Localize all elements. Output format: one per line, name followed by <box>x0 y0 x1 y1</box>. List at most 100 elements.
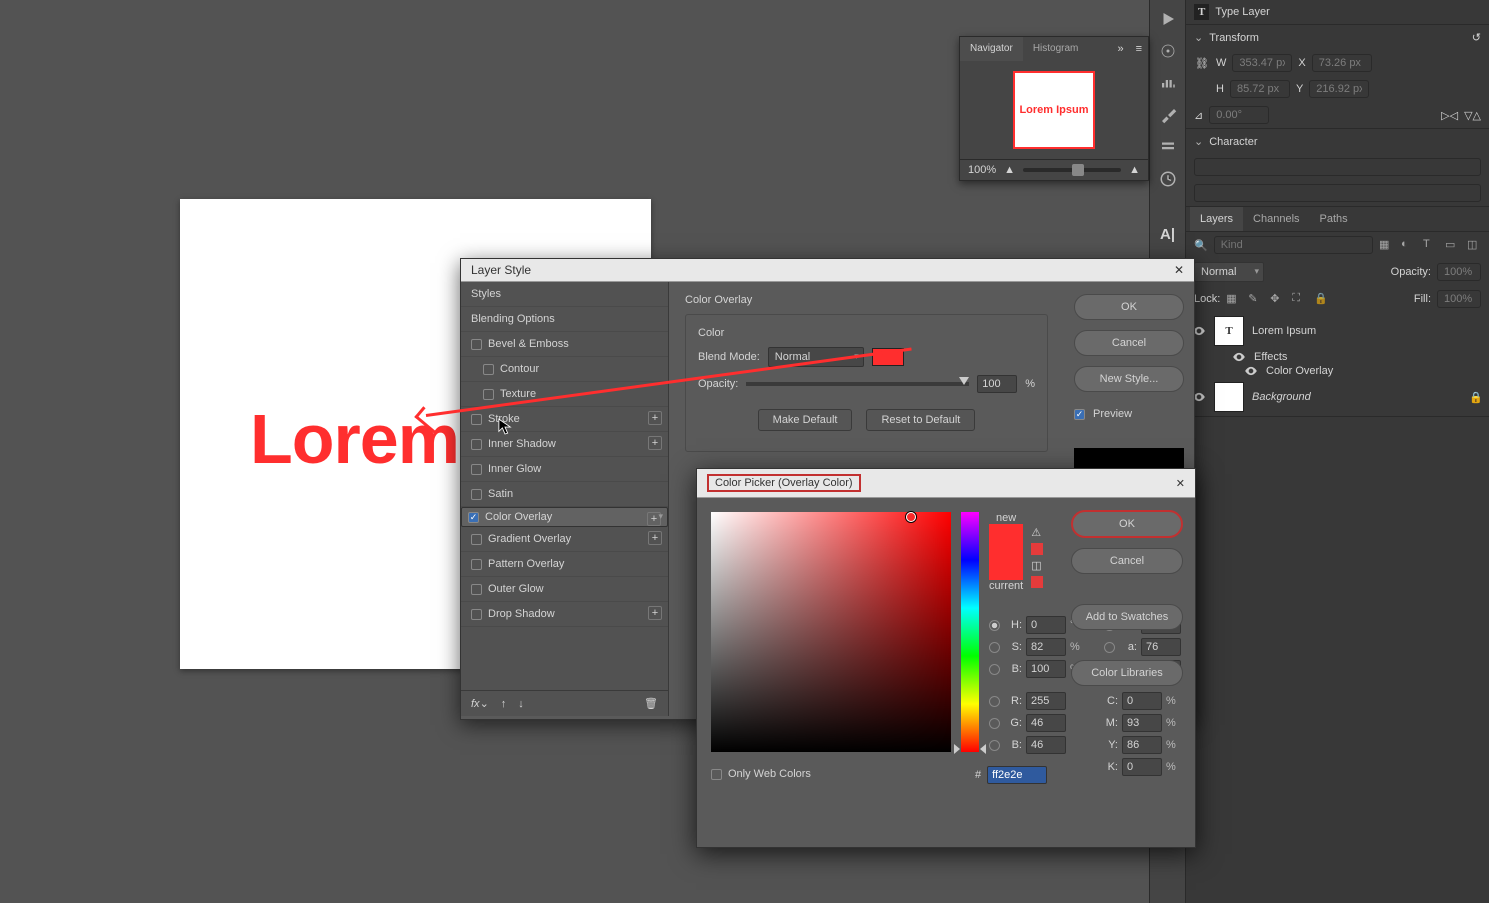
character-header[interactable]: ⌄ Character <box>1186 129 1489 154</box>
plus-icon[interactable]: + <box>647 512 661 526</box>
plus-icon[interactable]: + <box>648 531 662 545</box>
r-field[interactable] <box>1026 692 1066 710</box>
k-field[interactable] <box>1122 758 1162 776</box>
radio-h[interactable] <box>989 620 1000 631</box>
cancel-button[interactable]: Cancel <box>1071 548 1183 574</box>
color-swatch[interactable] <box>872 348 904 366</box>
color-libraries-button[interactable]: Color Libraries <box>1071 660 1183 686</box>
g-field[interactable] <box>1026 714 1066 732</box>
fx-satin[interactable]: Satin <box>461 482 668 507</box>
panel-options-icon[interactable]: ≡ <box>1130 37 1148 61</box>
y2-field[interactable] <box>1122 736 1162 754</box>
tab-channels[interactable]: Channels <box>1243 207 1309 231</box>
fx-stroke[interactable]: Stroke+ <box>461 407 668 432</box>
up-icon[interactable]: ↑ <box>501 698 507 710</box>
saturation-value-field[interactable] <box>711 512 951 752</box>
websafe-swatch[interactable] <box>1031 576 1043 588</box>
effects-row[interactable]: Effects <box>1186 350 1489 364</box>
add-swatches-button[interactable]: Add to Swatches <box>1071 604 1183 630</box>
filter-shape-icon[interactable]: ▭ <box>1445 238 1459 252</box>
preview-checkbox[interactable] <box>1074 409 1085 420</box>
lock-paint-icon[interactable]: ✎ <box>1248 292 1262 306</box>
tab-navigator[interactable]: Navigator <box>960 37 1023 61</box>
close-icon[interactable]: ✕ <box>1174 263 1184 277</box>
m-field[interactable] <box>1122 714 1162 732</box>
new-style-button[interactable]: New Style... <box>1074 366 1184 392</box>
opacity-slider[interactable] <box>746 382 969 386</box>
plus-icon[interactable]: + <box>648 411 662 425</box>
eye-icon[interactable] <box>1244 364 1258 378</box>
s-field[interactable] <box>1026 638 1066 656</box>
dialog-titlebar[interactable]: Layer Style ✕ <box>461 259 1194 282</box>
ok-button[interactable]: OK <box>1071 510 1183 538</box>
down-icon[interactable]: ↓ <box>518 698 524 710</box>
hue-slider[interactable] <box>961 512 979 752</box>
panel-menu-icon[interactable]: » <box>1111 37 1129 61</box>
fx-bevel[interactable]: Bevel & Emboss <box>461 332 668 357</box>
b-field[interactable] <box>1026 660 1066 678</box>
zoom-slider[interactable] <box>1023 168 1121 172</box>
search-icon[interactable]: 🔍 <box>1194 239 1208 252</box>
zoom-in-icon[interactable]: ▲ <box>1129 164 1140 176</box>
flip-h-icon[interactable]: ▷◁ <box>1441 109 1458 122</box>
flip-v-icon[interactable]: ▽△ <box>1464 109 1481 122</box>
fx-contour[interactable]: Contour <box>461 357 668 382</box>
filter-image-icon[interactable]: ▦ <box>1379 238 1393 252</box>
effect-color-overlay[interactable]: Color Overlay <box>1186 364 1489 378</box>
kind-filter[interactable] <box>1214 236 1373 254</box>
fx-add-icon[interactable]: fx⌄ <box>471 697 489 710</box>
layer-row-bg[interactable]: Background 🔒 <box>1186 378 1489 416</box>
reset-icon[interactable]: ↺ <box>1472 31 1481 44</box>
brush-icon[interactable] <box>1159 106 1177 124</box>
reset-default-button[interactable]: Reset to Default <box>866 409 975 431</box>
lock-all-icon[interactable]: 🔒 <box>1314 292 1328 306</box>
link-icon[interactable]: ⛓ <box>1194 57 1210 70</box>
lock-nest-icon[interactable]: ⛶ <box>1292 292 1306 306</box>
gamut-warning-icon[interactable]: ⚠ <box>1031 526 1043 539</box>
layer-row-text[interactable]: T Lorem Ipsum <box>1186 312 1489 350</box>
angle-field[interactable] <box>1209 106 1269 124</box>
plus-icon[interactable]: + <box>648 436 662 450</box>
fx-drop-shadow[interactable]: Drop Shadow+ <box>461 602 668 627</box>
tab-layers[interactable]: Layers <box>1190 207 1243 231</box>
play-icon[interactable] <box>1159 10 1177 28</box>
tab-histogram[interactable]: Histogram <box>1023 37 1089 61</box>
height-field[interactable] <box>1230 80 1290 98</box>
filter-smart-icon[interactable]: ◫ <box>1467 238 1481 252</box>
cancel-button[interactable]: Cancel <box>1074 330 1184 356</box>
fx-pattern-overlay[interactable]: Pattern Overlay <box>461 552 668 577</box>
radio-r[interactable] <box>989 696 1000 707</box>
sv-marker[interactable] <box>906 512 916 522</box>
fx-outer-glow[interactable]: Outer Glow <box>461 577 668 602</box>
zoom-value[interactable]: 100% <box>968 164 996 176</box>
fill-field[interactable] <box>1437 290 1481 308</box>
adjust-icon[interactable] <box>1159 138 1177 156</box>
make-default-button[interactable]: Make Default <box>758 409 853 431</box>
gamut-swatch[interactable] <box>1031 543 1043 555</box>
type-tool-icon[interactable]: A| <box>1160 226 1175 243</box>
transform-header[interactable]: ⌄ Transform ↺ <box>1186 25 1489 50</box>
cube-icon[interactable]: ◫ <box>1031 559 1043 572</box>
trash-icon[interactable]: 🗑 <box>644 697 658 710</box>
styles-header[interactable]: Styles <box>461 282 668 307</box>
navigator-thumb[interactable]: Lorem Ipsum <box>1013 71 1095 149</box>
width-field[interactable] <box>1232 54 1292 72</box>
h-field[interactable] <box>1026 616 1066 634</box>
lock-pos-icon[interactable]: ✥ <box>1270 292 1284 306</box>
filter-adjust-icon[interactable]: ◐ <box>1401 238 1415 252</box>
hex-field[interactable] <box>987 766 1047 784</box>
radio-g[interactable] <box>989 718 1000 729</box>
histogram-icon[interactable] <box>1159 74 1177 92</box>
y-field[interactable] <box>1309 80 1369 98</box>
font-family-field[interactable] <box>1194 158 1481 176</box>
opacity-value[interactable] <box>977 375 1017 393</box>
blend-mode-select[interactable]: Normal <box>768 347 864 367</box>
x-field[interactable] <box>1312 54 1372 72</box>
tab-paths[interactable]: Paths <box>1310 207 1358 231</box>
radio-s[interactable] <box>989 642 1000 653</box>
font-style-field[interactable] <box>1194 184 1481 202</box>
fx-inner-shadow[interactable]: Inner Shadow+ <box>461 432 668 457</box>
plus-icon[interactable]: + <box>648 606 662 620</box>
c-field[interactable] <box>1122 692 1162 710</box>
fx-gradient-overlay[interactable]: Gradient Overlay+ <box>461 527 668 552</box>
